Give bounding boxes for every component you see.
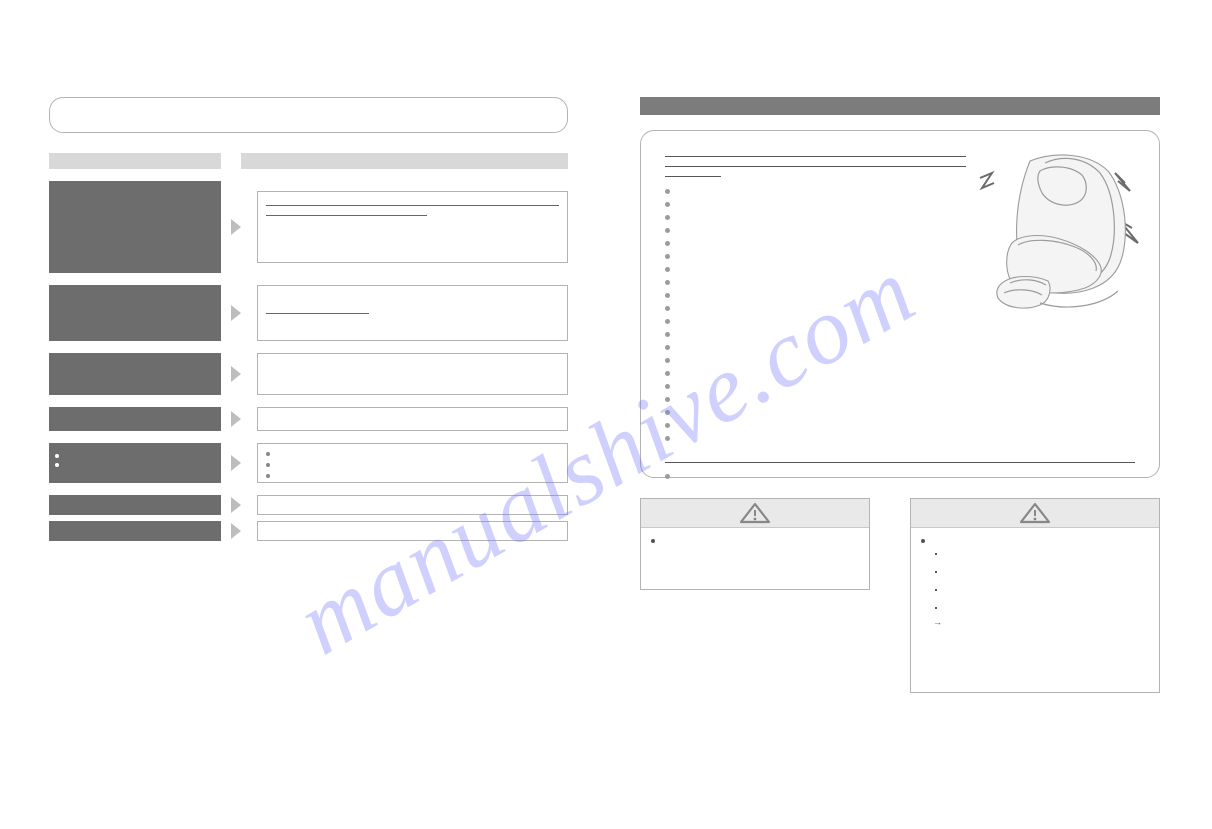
list-item [665, 341, 1135, 354]
warning-body [641, 528, 869, 553]
list-item [665, 393, 1135, 406]
section-title-bar [640, 97, 1160, 115]
arrow-item: → [933, 617, 1149, 627]
arrow-icon [231, 219, 241, 235]
left-page [49, 97, 568, 541]
arrow-icon [231, 366, 241, 382]
arrow-icon [231, 411, 241, 427]
header-remedy [241, 153, 568, 169]
arrow-icon [231, 305, 241, 321]
table-row [49, 443, 568, 483]
symptom-cell [49, 521, 221, 541]
warning-bullet-item [921, 536, 1149, 543]
remedy-bullet-item [266, 470, 559, 481]
remedy-cell [257, 407, 568, 431]
list-item [665, 315, 1135, 328]
warning-box-caution: → [910, 498, 1160, 693]
sub-dot-item [935, 607, 937, 609]
arrow-icon [231, 455, 241, 471]
sub-dot-item [935, 589, 937, 591]
table-row [49, 181, 568, 273]
list-item [665, 354, 1135, 367]
arrow-icon [231, 497, 241, 513]
intro-rounded-box [49, 97, 568, 133]
intro-line [665, 149, 966, 157]
final-rule-line [665, 455, 1135, 463]
symptom-cell [49, 407, 221, 431]
sub-dot-item [935, 571, 937, 573]
remedy-text-line [266, 208, 427, 216]
remedy-text-line [266, 306, 369, 314]
warning-header [641, 499, 869, 528]
normal-sounds-box [640, 130, 1160, 478]
list-item [665, 432, 1135, 445]
list-item [665, 380, 1135, 393]
right-page: → [640, 97, 1160, 693]
remedy-bullet-item [266, 448, 559, 459]
remedy-cell [257, 191, 568, 263]
remedy-cell [257, 521, 568, 541]
warning-row: → [640, 498, 1160, 693]
symptom-bullet-item [55, 451, 215, 458]
remedy-bullet-item [266, 459, 559, 470]
symptom-cell [49, 443, 221, 483]
warning-icon [1018, 501, 1052, 525]
remedy-cell [257, 495, 568, 515]
list-item [665, 367, 1135, 380]
table-row [49, 407, 568, 431]
remedy-cell [257, 285, 568, 341]
remedy-cell [257, 443, 568, 483]
warning-body: → [911, 528, 1159, 635]
warning-header [911, 499, 1159, 528]
symptom-cell [49, 181, 221, 273]
table-headers [49, 153, 568, 169]
table-row [49, 353, 568, 395]
sub-dot-item [935, 553, 937, 555]
symptom-cell [49, 353, 221, 395]
remedy-cell [257, 353, 568, 395]
symptom-cell [49, 285, 221, 341]
massage-chair-icon [970, 143, 1145, 313]
warning-box-request [640, 498, 870, 590]
list-item [665, 419, 1135, 432]
warning-icon [738, 501, 772, 525]
final-list-item [665, 469, 1135, 483]
arrow-icon [231, 523, 241, 539]
symptom-cell [49, 495, 221, 515]
remedy-text-line [266, 198, 559, 206]
warning-bullet-item [651, 536, 859, 543]
header-symptom [49, 153, 221, 169]
table-row [49, 495, 568, 515]
table-row [49, 521, 568, 541]
symptom-bullet-item [55, 460, 215, 467]
intro-line [665, 169, 721, 177]
troubleshooting-table [49, 153, 568, 541]
table-row [49, 285, 568, 341]
list-item [665, 328, 1135, 341]
list-item [665, 406, 1135, 419]
intro-line [665, 159, 966, 167]
